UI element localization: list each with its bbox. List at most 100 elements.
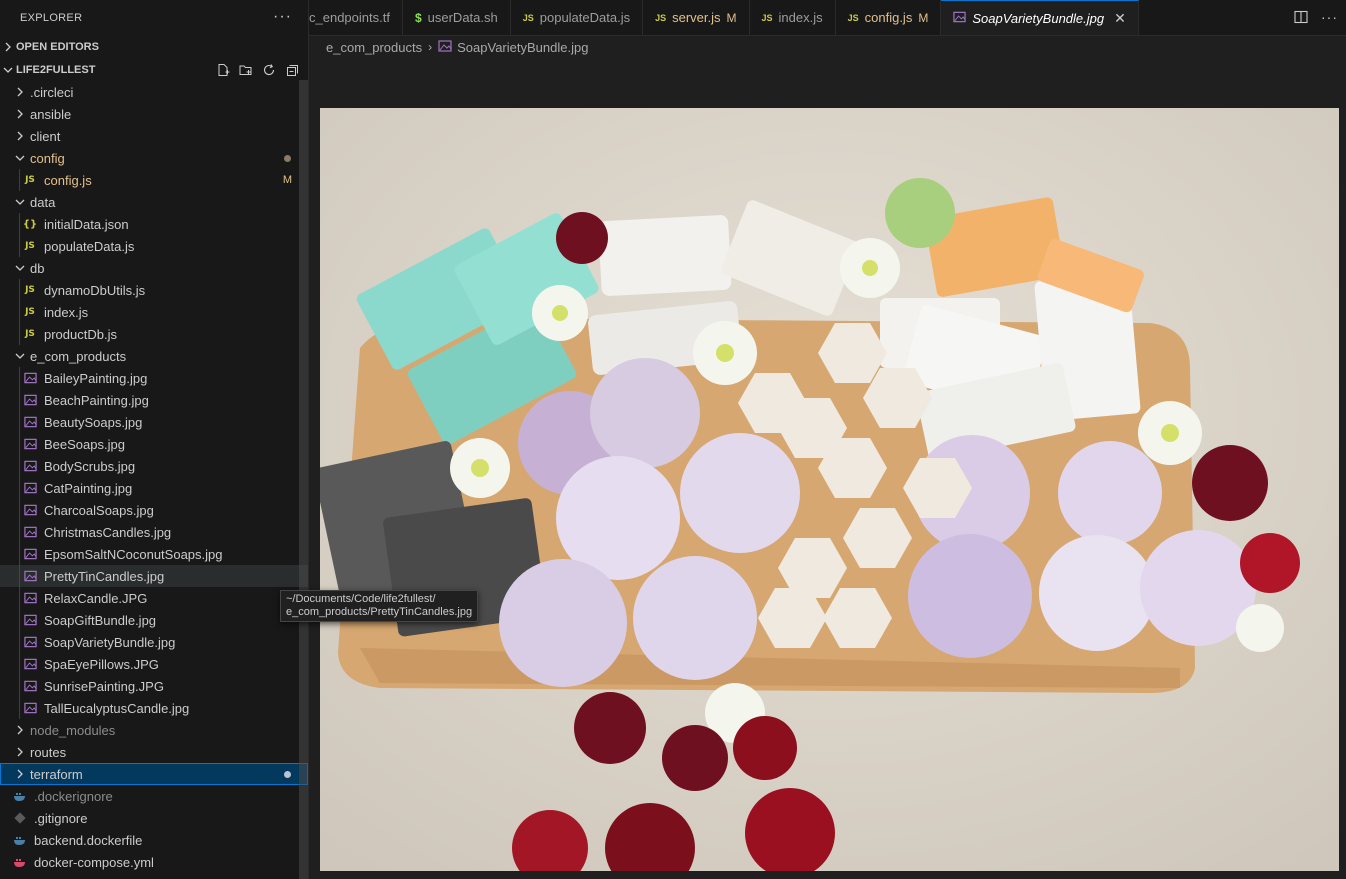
tree-item-label: BeachPainting.jpg — [44, 392, 149, 408]
project-actions — [215, 62, 300, 78]
tree-file[interactable]: PrettyTinCandles.jpg — [0, 565, 308, 587]
more-actions-icon[interactable]: ··· — [1321, 9, 1338, 28]
chevron-down-icon — [12, 263, 28, 273]
tree-item-label: SunrisePainting.JPG — [44, 678, 164, 694]
tree-folder-client[interactable]: client — [0, 125, 308, 147]
image-file-icon — [953, 11, 967, 25]
open-editors-section[interactable]: OPEN EDITORS — [0, 36, 308, 58]
tree-folder-node-modules[interactable]: node_modules — [0, 719, 308, 741]
modified-badge: M — [726, 10, 737, 25]
tree-file[interactable]: .gitignore — [0, 807, 308, 829]
tree-item-label: config — [30, 150, 65, 166]
tree-file[interactable]: JS index.js — [0, 301, 308, 323]
tree-file[interactable]: SoapVarietyBundle.jpg — [0, 631, 308, 653]
tree-file[interactable]: RelaxCandle.JPG — [0, 587, 308, 609]
javascript-file-icon: JS — [25, 285, 35, 295]
tree-file[interactable]: SunrisePainting.JPG — [0, 675, 308, 697]
tree-file[interactable]: backend.dockerfile — [0, 829, 308, 851]
tree-file[interactable]: JS populateData.js — [0, 235, 308, 257]
image-file-icon — [22, 612, 38, 628]
tooltip-line-2: e_com_products/PrettyTinCandles.jpg — [286, 606, 473, 618]
tab-soapvarietybundle-jpg[interactable]: SoapVarietyBundle.jpg ✕ — [941, 0, 1139, 35]
tree-folder-routes[interactable]: routes — [0, 741, 308, 763]
chevron-down-icon — [12, 351, 28, 361]
tree-folder-terraform[interactable]: terraform — [0, 763, 308, 785]
chevron-right-icon — [12, 131, 28, 141]
tree-file[interactable]: BodyScrubs.jpg — [0, 455, 308, 477]
tree-file[interactable]: BeeSoaps.jpg — [0, 433, 308, 455]
project-section[interactable]: LIFE2FULLEST — [0, 59, 308, 81]
tree-folder-circleci[interactable]: .circleci — [0, 81, 308, 103]
tree-file[interactable]: BeachPainting.jpg — [0, 389, 308, 411]
image-file-icon — [438, 39, 452, 55]
tab-label: index.js — [778, 10, 823, 25]
new-folder-icon[interactable] — [238, 62, 254, 78]
tree-folder-e-com-products[interactable]: e_com_products — [0, 345, 308, 367]
indent-guide — [19, 455, 20, 477]
tree-folder-data[interactable]: data — [0, 191, 308, 213]
tree-file[interactable]: JS config.js M — [0, 169, 308, 191]
close-icon[interactable]: ✕ — [1114, 10, 1126, 27]
tab-index-js[interactable]: JS index.js — [750, 0, 836, 35]
tree-file[interactable]: SoapGiftBundle.jpg — [0, 609, 308, 631]
tree-item-label: SoapGiftBundle.jpg — [44, 612, 157, 628]
refresh-icon[interactable] — [261, 62, 277, 78]
tab-label: populateData.js — [539, 10, 631, 25]
new-file-icon[interactable] — [215, 62, 231, 78]
tab-userdata-sh[interactable]: $ userData.sh — [403, 0, 511, 35]
chevron-right-icon — [12, 725, 28, 735]
tree-item-label: EpsomSaltNCoconutSoaps.jpg — [44, 546, 223, 562]
tree-item-label: BeautySoaps.jpg — [44, 414, 143, 430]
tab-label: c_endpoints.tf — [309, 10, 390, 25]
tree-item-label: backend.dockerfile — [34, 832, 143, 848]
json-file-icon: {} — [22, 218, 38, 230]
indent-guide — [19, 499, 20, 521]
tree-item-label: index.js — [44, 304, 89, 320]
modified-badge: M — [918, 10, 929, 25]
tree-file[interactable]: JS productDb.js — [0, 323, 308, 345]
tab-server-js[interactable]: JS server.js M — [643, 0, 750, 35]
tab-populatedata-js[interactable]: JS populateData.js — [511, 0, 644, 35]
tree-file[interactable]: {} initialData.json — [0, 213, 308, 235]
tree-item-label: db — [30, 260, 45, 276]
tree-file[interactable]: CharcoalSoaps.jpg — [0, 499, 308, 521]
tab-c-endpoints-tf[interactable]: c_endpoints.tf — [309, 0, 403, 35]
sidebar-scrollbar[interactable] — [299, 80, 308, 879]
tree-item-label: routes — [30, 744, 67, 760]
indent-guide — [19, 411, 20, 433]
image-preview[interactable] — [320, 108, 1339, 871]
tree-item-label: data — [30, 194, 56, 210]
javascript-file-icon: JS — [25, 329, 35, 339]
tree-file[interactable]: JS dynamoDbUtils.js — [0, 279, 308, 301]
javascript-file-icon: JS — [761, 12, 773, 23]
more-actions-icon[interactable]: ··· — [273, 8, 292, 26]
javascript-file-icon: JS — [847, 12, 859, 23]
tree-file[interactable]: BaileyPainting.jpg — [0, 367, 308, 389]
image-file-icon — [22, 502, 38, 518]
file-path-tooltip: ~/Documents/Code/life2fullest/ e_com_pro… — [280, 590, 479, 622]
tree-item-label: populateData.js — [44, 238, 135, 254]
tab-config-js[interactable]: JS config.js M — [836, 0, 942, 35]
split-editor-icon[interactable] — [1293, 9, 1309, 28]
image-file-icon — [22, 568, 38, 584]
indent-guide — [19, 301, 20, 323]
docker-icon — [12, 788, 28, 804]
tree-item-label: RelaxCandle.JPG — [44, 590, 148, 606]
tree-file[interactable]: docker-compose.yml — [0, 851, 308, 873]
tree-file[interactable]: CatPainting.jpg — [0, 477, 308, 499]
tree-file[interactable]: ChristmasCandles.jpg — [0, 521, 308, 543]
collapse-all-icon[interactable] — [284, 62, 300, 78]
tree-file[interactable]: .dockerignore — [0, 785, 308, 807]
breadcrumb-file[interactable]: SoapVarietyBundle.jpg — [457, 40, 588, 55]
tree-item-label: dynamoDbUtils.js — [44, 282, 146, 298]
breadcrumb-folder[interactable]: e_com_products — [326, 40, 422, 55]
tree-file[interactable]: TallEucalyptusCandle.jpg — [0, 697, 308, 719]
tree-folder-ansible[interactable]: ansible — [0, 103, 308, 125]
tree-file[interactable]: SpaEyePillows.JPG — [0, 653, 308, 675]
tree-file[interactable]: EpsomSaltNCoconutSoaps.jpg — [0, 543, 308, 565]
image-file-icon — [22, 634, 38, 650]
tree-item-label: .gitignore — [34, 810, 88, 826]
tree-folder-config[interactable]: config — [0, 147, 308, 169]
tree-file[interactable]: BeautySoaps.jpg — [0, 411, 308, 433]
tree-folder-db[interactable]: db — [0, 257, 308, 279]
